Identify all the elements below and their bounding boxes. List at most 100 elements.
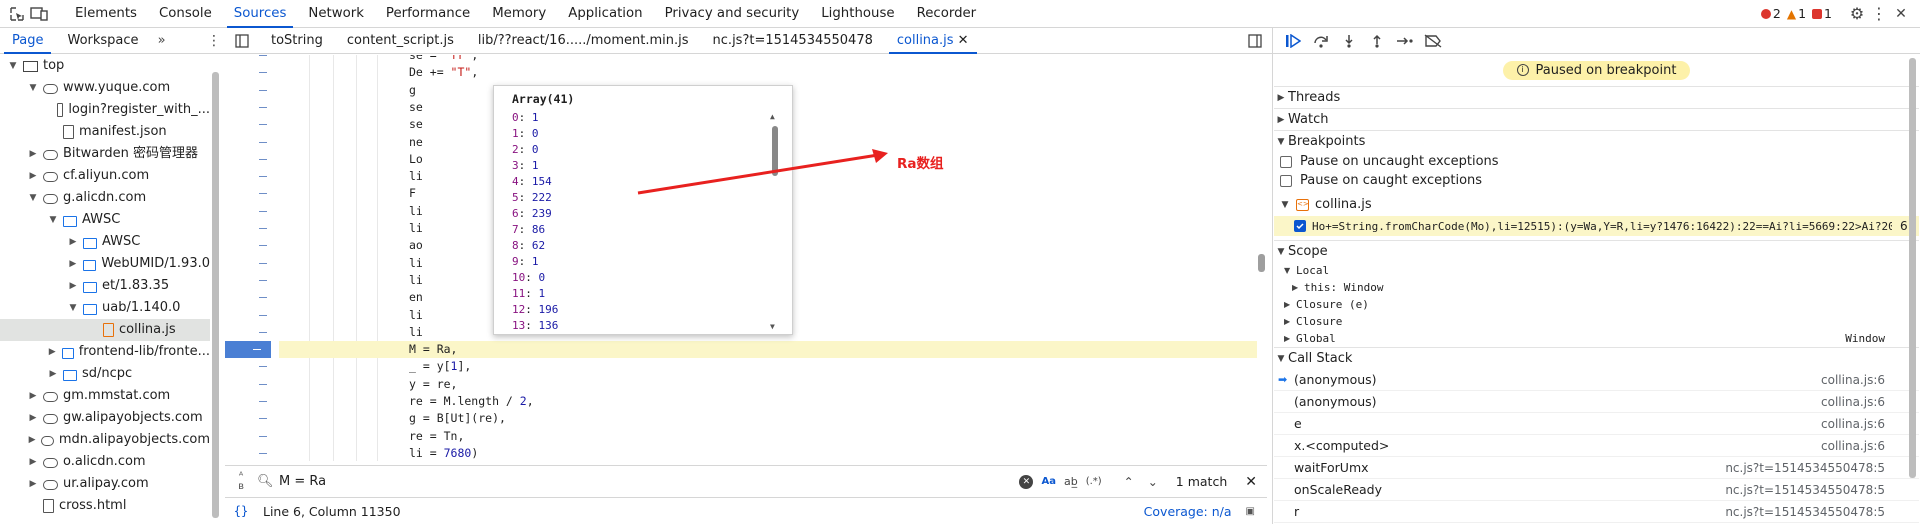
- tree-node[interactable]: ▶ Bitwarden 密码管理器: [0, 143, 210, 165]
- previous-match-icon[interactable]: ⌃: [1124, 475, 1134, 489]
- resume-icon[interactable]: [1279, 30, 1307, 52]
- toggle-debugger-icon[interactable]: [1244, 30, 1266, 52]
- expand-arrow-icon[interactable]: ▶: [28, 473, 38, 495]
- navigator-menu-icon[interactable]: ⋮: [203, 30, 225, 52]
- breakpoint-enabled-checkbox[interactable]: [1294, 220, 1306, 232]
- step-out-icon[interactable]: [1363, 30, 1391, 52]
- tree-node[interactable]: cross.html: [0, 495, 210, 517]
- popover-scroll-up-icon[interactable]: ▲: [770, 112, 775, 121]
- collapse-arrow-icon[interactable]: ▼: [48, 209, 58, 231]
- expand-arrow-icon[interactable]: ▶: [48, 363, 58, 385]
- file-tab[interactable]: nc.js?t=1514534550478: [701, 28, 885, 54]
- regex-button[interactable]: (.*): [1086, 476, 1102, 487]
- device-toolbar-icon[interactable]: [28, 3, 50, 25]
- file-tab[interactable]: lib/??react/16...../moment.min.js: [466, 28, 701, 54]
- tree-node[interactable]: ▶ cf.aliyun.com: [0, 165, 210, 187]
- close-tab-icon[interactable]: ✕: [954, 33, 969, 48]
- clear-search-icon[interactable]: ✕: [1019, 474, 1034, 489]
- collapse-arrow-icon[interactable]: ▼: [68, 297, 78, 319]
- replace-toggle-icon[interactable]: ᴬʙ: [225, 471, 257, 492]
- scope-section-header[interactable]: ▼ Scope: [1274, 240, 1919, 262]
- tab-workspace[interactable]: Workspace: [55, 28, 150, 54]
- settings-gear-icon[interactable]: ⚙: [1846, 3, 1868, 25]
- tree-node[interactable]: ▶ gm.mmstat.com: [0, 385, 210, 407]
- call-frame[interactable]: ➡ (anonymous) collina.js:6: [1274, 369, 1919, 391]
- pause-uncaught-row[interactable]: Pause on uncaught exceptions: [1274, 152, 1919, 171]
- breakpoint-marker[interactable]: [225, 341, 271, 359]
- expand-arrow-icon[interactable]: ▶: [28, 407, 38, 429]
- call-frame[interactable]: (anonymous) collina.js:6: [1274, 391, 1919, 413]
- editor-scrollbar[interactable]: [1258, 254, 1265, 272]
- pretty-print-icon[interactable]: {}: [225, 504, 257, 518]
- tab-application[interactable]: Application: [557, 0, 653, 28]
- next-match-icon[interactable]: ⌄: [1148, 475, 1158, 489]
- more-tabs-chevron-icon[interactable]: »: [151, 30, 173, 52]
- watch-section-header[interactable]: ▶ Watch: [1274, 108, 1919, 130]
- tree-node[interactable]: login?register_with_...: [0, 99, 210, 121]
- call-frame-location[interactable]: collina.js:6: [1821, 435, 1885, 457]
- pause-uncaught-checkbox[interactable]: [1280, 155, 1292, 168]
- scope-entry[interactable]: ▶ this: Window: [1274, 279, 1919, 296]
- collapse-bottom-icon[interactable]: ▣: [1246, 506, 1255, 517]
- whole-word-icon[interactable]: ab̲: [1064, 475, 1078, 488]
- file-tab[interactable]: toString: [259, 28, 335, 54]
- expand-arrow-icon[interactable]: ▶: [68, 253, 78, 275]
- tree-scrollbar[interactable]: [212, 72, 219, 518]
- breakpoints-section-header[interactable]: ▼ Breakpoints: [1274, 130, 1919, 152]
- tree-node[interactable]: collina.js: [0, 319, 210, 341]
- scope-entry[interactable]: ▶ Global Window: [1274, 330, 1919, 347]
- tab-sources[interactable]: Sources: [223, 0, 298, 28]
- threads-section-header[interactable]: ▶ Threads: [1274, 86, 1919, 108]
- tab-privacy-and-security[interactable]: Privacy and security: [654, 0, 811, 28]
- expand-arrow-icon[interactable]: ▶: [68, 275, 78, 297]
- call-frame[interactable]: onScaleReady nc.js?t=1514534550478:5: [1274, 479, 1919, 501]
- collapse-arrow-icon[interactable]: ▼: [28, 77, 38, 99]
- scope-entry[interactable]: ▶ Closure: [1274, 313, 1919, 330]
- call-frame-location[interactable]: nc.js?t=1514534550478:5: [1725, 457, 1885, 479]
- callstack-section-header[interactable]: ▼ Call Stack: [1274, 347, 1919, 369]
- expand-arrow-icon[interactable]: ▶: [28, 451, 38, 473]
- tree-node[interactable]: ▼ www.yuque.com: [0, 77, 210, 99]
- inspect-element-icon[interactable]: [6, 3, 28, 25]
- tree-node[interactable]: manifest.json: [0, 121, 210, 143]
- popover-scroll-down-icon[interactable]: ▼: [770, 322, 775, 331]
- call-frame[interactable]: r nc.js?t=1514534550478:5: [1274, 501, 1919, 523]
- expand-arrow-icon[interactable]: ▶: [28, 385, 38, 407]
- deactivate-breakpoints-icon[interactable]: [1419, 30, 1447, 52]
- more-options-icon[interactable]: ⋮: [1868, 3, 1890, 25]
- call-frame[interactable]: x.<computed> collina.js:6: [1274, 435, 1919, 457]
- expand-arrow-icon[interactable]: ▶: [28, 143, 38, 165]
- tab-memory[interactable]: Memory: [481, 0, 557, 28]
- tree-node[interactable]: ▶ mdn.alipayobjects.com: [0, 429, 210, 451]
- call-frame-location[interactable]: collina.js:6: [1821, 391, 1885, 413]
- close-search-icon[interactable]: ✕: [1245, 474, 1257, 490]
- warning-count[interactable]: ▲ 1: [1787, 6, 1806, 21]
- issues-count[interactable]: 1: [1812, 6, 1832, 21]
- tree-node[interactable]: ▶ sd/ncpc: [0, 363, 210, 385]
- pause-caught-row[interactable]: Pause on caught exceptions: [1274, 171, 1919, 190]
- search-input[interactable]: M = Ra: [279, 474, 1019, 489]
- tree-node[interactable]: ▼ AWSC: [0, 209, 210, 231]
- step-into-icon[interactable]: [1335, 30, 1363, 52]
- step-over-icon[interactable]: [1307, 30, 1335, 52]
- call-frame-location[interactable]: nc.js?t=1514534550478:5: [1725, 501, 1885, 523]
- breakpoint-file-row[interactable]: ▼ <> collina.js: [1274, 194, 1919, 216]
- tree-node[interactable]: ▼ top: [0, 55, 210, 77]
- error-count[interactable]: 2: [1760, 6, 1781, 21]
- tree-node[interactable]: ▶ o.alicdn.com: [0, 451, 210, 473]
- line-gutter[interactable]: [225, 55, 279, 461]
- expand-arrow-icon[interactable]: ▶: [68, 231, 78, 253]
- tree-node[interactable]: ▶ WebUMID/1.93.0: [0, 253, 210, 275]
- tab-elements[interactable]: Elements: [64, 0, 148, 28]
- tab-console[interactable]: Console: [148, 0, 223, 28]
- call-frame-location[interactable]: collina.js:6: [1821, 369, 1885, 391]
- scope-entry[interactable]: ▼ Local: [1274, 262, 1919, 279]
- expand-arrow-icon[interactable]: ▶: [28, 429, 36, 451]
- tab-lighthouse[interactable]: Lighthouse: [810, 0, 905, 28]
- tree-node[interactable]: ▶ ur.alipay.com: [0, 473, 210, 495]
- call-frame-location[interactable]: nc.js?t=1514534550478:5: [1725, 479, 1885, 501]
- tree-node[interactable]: ▼ uab/1.140.0: [0, 297, 210, 319]
- expand-arrow-icon[interactable]: ▶: [28, 165, 38, 187]
- coverage-link[interactable]: Coverage: n/a: [1144, 504, 1232, 519]
- file-tab[interactable]: collina.js ✕: [885, 28, 981, 54]
